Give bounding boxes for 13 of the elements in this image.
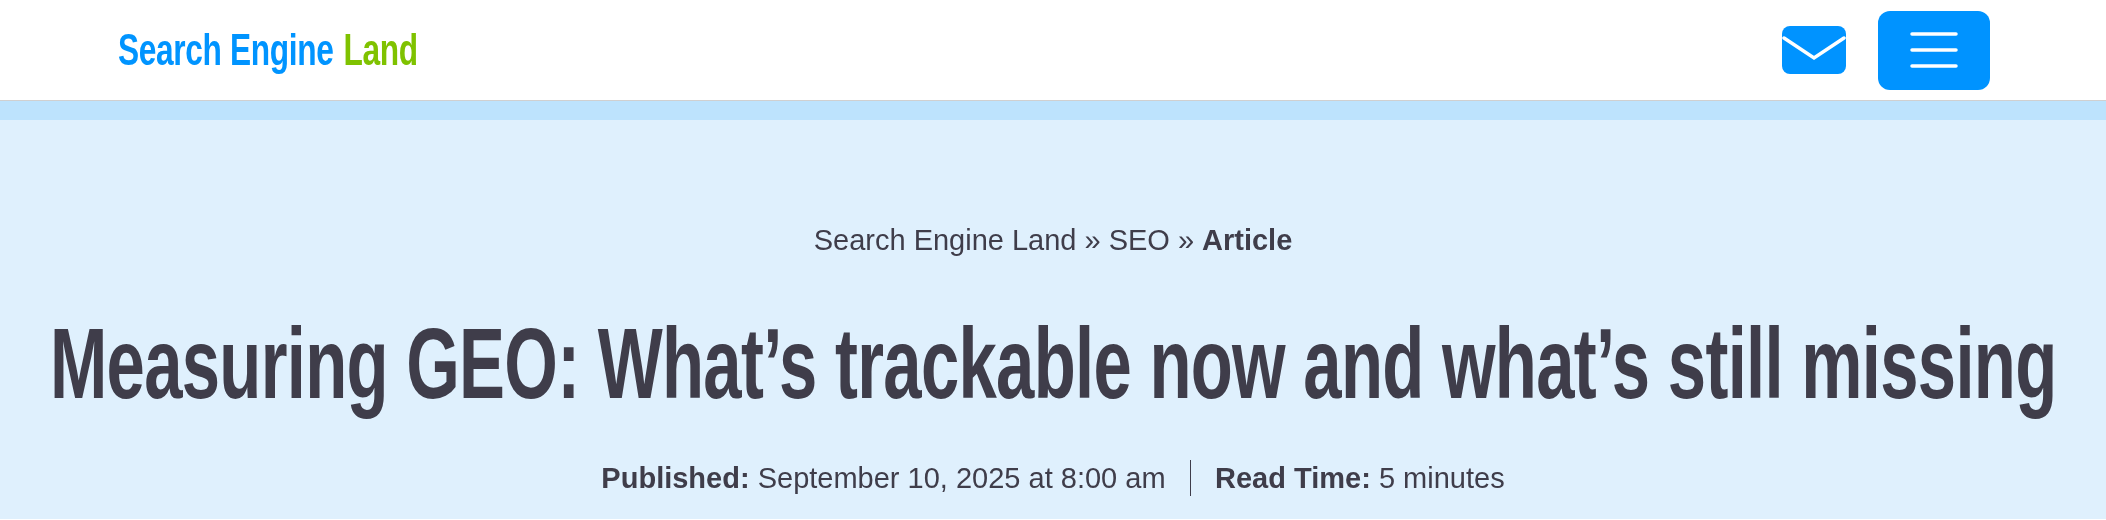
breadcrumb-separator: » [1177, 224, 1195, 257]
logo-text: Search Engine [118, 25, 334, 75]
meta-info: Read Time: 5 minutes [1215, 461, 1505, 495]
breadcrumb-separator: » [1084, 224, 1101, 257]
logo-text: Land [343, 25, 418, 75]
menu-icon [1910, 32, 1958, 68]
menu-button[interactable] [1878, 10, 1990, 90]
article-title: Measuring GEO: What’s trackable now and what’s still missing [49, 305, 2057, 421]
meta-info: Published: September 10, 2025 at 8:00 am [601, 461, 1166, 495]
mail-icon[interactable] [1782, 26, 1846, 74]
breadcrumb-link[interactable]: Search Engine Land [813, 224, 1077, 257]
breadcrumb-current: Article [1202, 224, 1293, 257]
breadcrumb-link[interactable]: SEO [1108, 224, 1170, 257]
